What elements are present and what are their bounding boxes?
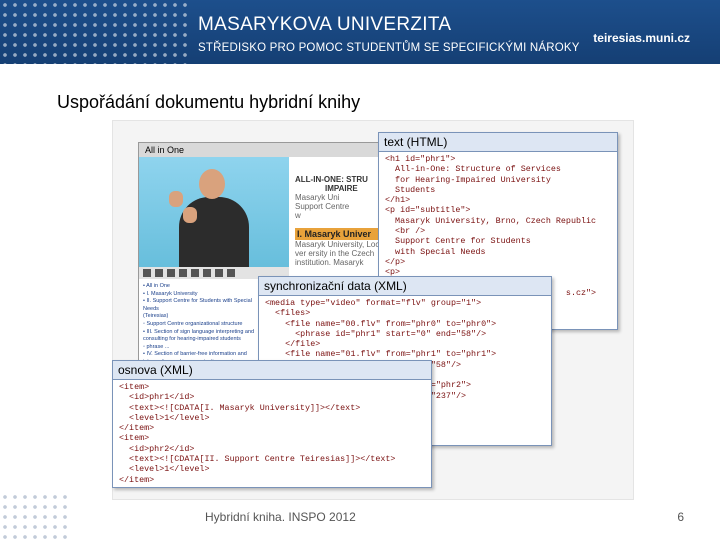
code-line: <file name="01.flv" from="phr1" to="phr1… — [265, 349, 497, 360]
toc-item[interactable]: • III. Section of sign language interpre… — [143, 329, 263, 337]
site-url: teiresias.muni.cz — [593, 31, 690, 45]
pause-icon[interactable] — [155, 269, 163, 277]
code-line: <media type="video" format="flv" group="… — [265, 298, 482, 308]
code-line: for Hearing-Impaired University — [385, 174, 551, 185]
code-line: <text><![CDATA[I. Masaryk University]]><… — [119, 402, 361, 413]
code-line: <id>phr2</id> — [119, 443, 195, 454]
sync-panel-title: synchronizační data (XML) — [259, 277, 551, 296]
player-window-title: All in One — [139, 143, 389, 157]
doc-title-line-2: IMPAIRE — [325, 184, 358, 193]
code-line: with Special Needs — [385, 246, 486, 257]
toc-item[interactable]: • IV. Section of barrier-free informatio… — [143, 351, 263, 359]
sign-language-video[interactable] — [139, 157, 289, 267]
toc-item[interactable]: (Teiresias) — [143, 313, 263, 321]
code-line: <level>1</level> — [119, 464, 210, 475]
toc-item[interactable]: • All in One — [143, 283, 263, 291]
dot-pattern-decoration — [0, 0, 190, 80]
outline-panel-title: osnova (XML) — [113, 361, 431, 380]
doc-line: Masaryk Uni — [295, 193, 340, 202]
rewind-icon[interactable] — [179, 269, 187, 277]
doc-body-line: institution. Masaryk — [295, 258, 364, 267]
toc-item[interactable]: • I. Masaryk University — [143, 291, 263, 299]
outline-panel: osnova (XML) <item> <id>phr1</id> <text>… — [112, 360, 432, 488]
doc-line: Support Centre — [295, 202, 350, 211]
code-line: <p id="subtitle"> — [385, 205, 471, 216]
code-line: <text><![CDATA[II. Support Centre Teires… — [119, 454, 396, 465]
code-line: <br /> — [385, 226, 426, 237]
document-preview: ALL-IN-ONE: STRU IMPAIRE Masaryk Uni Sup… — [291, 157, 387, 275]
html-panel-title: text (HTML) — [379, 133, 617, 152]
dot-pattern-decoration-bottom — [0, 492, 70, 542]
code-line: </item> — [119, 474, 155, 485]
slide-title: Uspořádání dokumentu hybridní knihy — [57, 92, 361, 112]
code-line: <item> — [119, 382, 150, 392]
outline-code-block: <item> <id>phr1</id> <text><![CDATA[I. M… — [113, 380, 431, 487]
next-icon[interactable] — [215, 269, 223, 277]
code-line: Students — [385, 184, 436, 195]
code-line: <h1 id="phr1"> — [385, 154, 456, 164]
university-name: MASARYKOVA UNIVERZITA — [198, 14, 452, 35]
forward-icon[interactable] — [191, 269, 199, 277]
doc-body-line: Masaryk University, Loc — [295, 240, 380, 249]
doc-title-line-1: ALL-IN-ONE: STRU — [295, 175, 368, 184]
toc-item[interactable]: ◦ phrase ... — [143, 344, 263, 352]
interpreter-head — [199, 169, 225, 199]
code-line: </p> — [385, 256, 406, 267]
code-line: </file> — [265, 339, 321, 350]
stop-icon[interactable] — [167, 269, 175, 277]
code-line: <files> — [265, 308, 311, 319]
doc-section-heading: I. Masaryk Univer — [295, 228, 383, 240]
toc-item[interactable]: • II. Support Centre for Students with S… — [143, 298, 263, 313]
code-line: <file name="00.flv" from="phr0" to="phr0… — [265, 318, 497, 329]
doc-body-line: ver ersity in the Czech — [295, 249, 375, 258]
doc-line: w — [295, 211, 301, 220]
previous-icon[interactable] — [203, 269, 211, 277]
code-line: Masaryk University, Brno, Czech Republic — [385, 215, 597, 226]
toc-item[interactable]: ◦ Support Centre organizational structur… — [143, 321, 263, 329]
toc-item[interactable]: consulting for hearing-impaired students — [143, 336, 263, 344]
code-line: <id>phr1</id> — [119, 392, 195, 403]
play-icon[interactable] — [143, 269, 151, 277]
interpreter-hand-left — [169, 191, 183, 207]
header-bar: MASARYKOVA UNIVERZITA STŘEDISKO PRO POMO… — [0, 0, 720, 80]
volume-icon[interactable] — [227, 269, 235, 277]
university-subtitle: STŘEDISKO PRO POMOC STUDENTŮM SE SPECIFI… — [198, 42, 580, 54]
code-line: <phrase id="phr1" start="0" end="58"/> — [265, 328, 487, 339]
code-line: Support Centre for Students — [385, 236, 531, 247]
interpreter-hand-right — [183, 207, 197, 223]
code-line: All-in-One: Structure of Services — [385, 164, 561, 175]
code-line: <item> — [119, 433, 150, 444]
code-line: </h1> — [385, 195, 411, 206]
footer-text: Hybridní kniha. INSPO 2012 — [205, 510, 356, 524]
code-line: <level>1</level> — [119, 412, 210, 423]
code-line: </item> — [119, 423, 155, 434]
page-number: 6 — [677, 510, 684, 524]
